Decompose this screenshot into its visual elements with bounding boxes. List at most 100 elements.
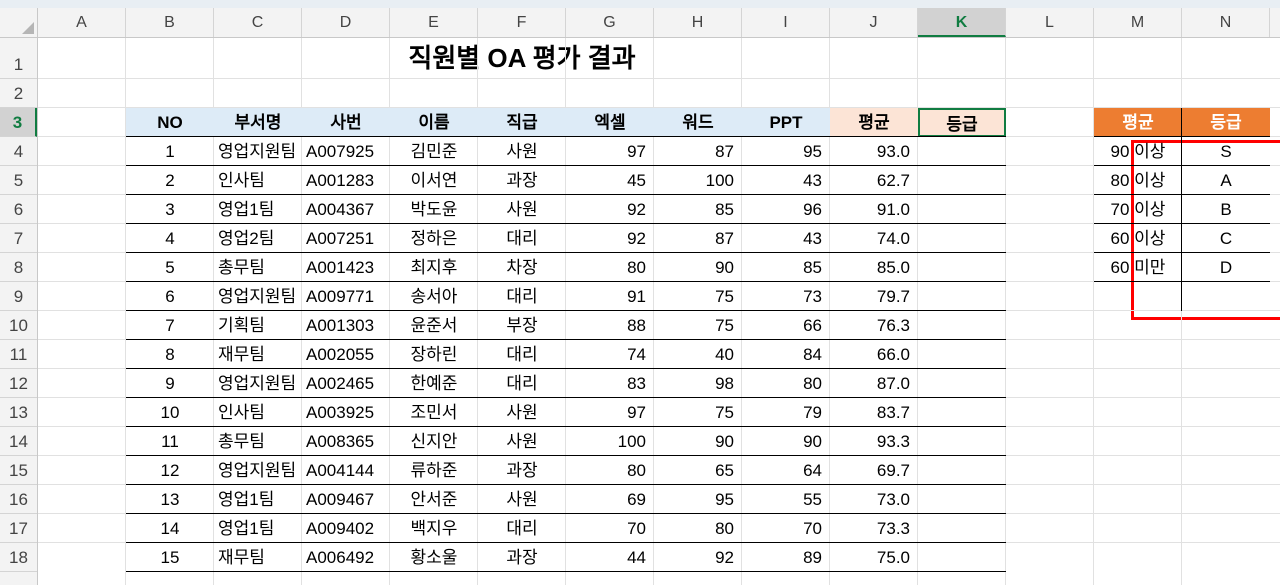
cell-average[interactable]: 85.0 <box>830 253 918 282</box>
cell-grade[interactable] <box>918 282 1006 311</box>
cell-average[interactable]: 87.0 <box>830 369 918 398</box>
cell-ppt[interactable]: 55 <box>742 485 830 514</box>
cell-excel[interactable]: 97 <box>566 137 654 166</box>
cell-name[interactable]: 김민준 <box>390 137 478 166</box>
cell-word[interactable]: 75 <box>654 398 742 427</box>
cell-dept[interactable]: 영업지원팀 <box>214 456 302 485</box>
cell-excel[interactable]: 80 <box>566 456 654 485</box>
cell-grade[interactable] <box>918 485 1006 514</box>
cell-grade[interactable] <box>918 514 1006 543</box>
column-header-d[interactable]: D <box>302 8 390 37</box>
cell-name[interactable]: 류하준 <box>390 456 478 485</box>
cell-emp-id[interactable]: A006492 <box>302 543 390 572</box>
grade-table-grade[interactable]: A <box>1182 166 1270 195</box>
cell-dept[interactable]: 총무팀 <box>214 253 302 282</box>
cell-average[interactable]: 83.7 <box>830 398 918 427</box>
row-header-7[interactable]: 7 <box>0 224 37 253</box>
row-header-15[interactable]: 15 <box>0 456 37 485</box>
grade-table-threshold[interactable]: 60 미만 <box>1094 253 1182 282</box>
cell-dept[interactable]: 영업1팀 <box>214 514 302 543</box>
cell-grade[interactable] <box>918 224 1006 253</box>
cell-emp-id[interactable]: A004367 <box>302 195 390 224</box>
column-header-a[interactable]: A <box>38 8 126 37</box>
cell-no[interactable]: 10 <box>126 398 214 427</box>
row-header-14[interactable]: 14 <box>0 427 37 456</box>
cell-dept[interactable]: 인사팀 <box>214 398 302 427</box>
cell-emp-id[interactable]: A001283 <box>302 166 390 195</box>
cell-dept[interactable]: 총무팀 <box>214 427 302 456</box>
cell-name[interactable]: 장하린 <box>390 340 478 369</box>
row-header-17[interactable]: 17 <box>0 514 37 543</box>
cell-average[interactable]: 74.0 <box>830 224 918 253</box>
cell-ppt[interactable]: 89 <box>742 543 830 572</box>
cell-excel[interactable]: 100 <box>566 427 654 456</box>
cell-grade[interactable] <box>918 137 1006 166</box>
cell-dept[interactable]: 영업2팀 <box>214 224 302 253</box>
cell-rank[interactable]: 사원 <box>478 195 566 224</box>
cell-rank[interactable]: 대리 <box>478 369 566 398</box>
cell-dept[interactable]: 기획팀 <box>214 311 302 340</box>
cell-average[interactable]: 73.3 <box>830 514 918 543</box>
row-header-18[interactable]: 18 <box>0 543 37 572</box>
cell-grade[interactable] <box>918 369 1006 398</box>
row-header-13[interactable]: 13 <box>0 398 37 427</box>
cell-name[interactable]: 정하은 <box>390 224 478 253</box>
cell-ppt[interactable]: 73 <box>742 282 830 311</box>
column-header-j[interactable]: J <box>830 8 918 37</box>
cell-grade[interactable] <box>918 456 1006 485</box>
cell-name[interactable]: 황소울 <box>390 543 478 572</box>
header-dept[interactable]: 부서명 <box>214 108 302 137</box>
cell-emp-id[interactable]: A009402 <box>302 514 390 543</box>
cell-rank[interactable]: 사원 <box>478 485 566 514</box>
grade-table-threshold[interactable]: 60 이상 <box>1094 224 1182 253</box>
cell-name[interactable]: 백지우 <box>390 514 478 543</box>
cell-excel[interactable]: 83 <box>566 369 654 398</box>
cell-word[interactable]: 85 <box>654 195 742 224</box>
cell-word[interactable]: 75 <box>654 282 742 311</box>
cell-name[interactable]: 안서준 <box>390 485 478 514</box>
cell-rank[interactable]: 차장 <box>478 253 566 282</box>
column-header-e[interactable]: E <box>390 8 478 37</box>
cell-rank[interactable]: 과장 <box>478 543 566 572</box>
column-header-n[interactable]: N <box>1182 8 1270 37</box>
cell-no[interactable]: 15 <box>126 543 214 572</box>
row-header-11[interactable]: 11 <box>0 340 37 369</box>
cell-emp-id[interactable]: A009771 <box>302 282 390 311</box>
cell-dept[interactable]: 영업지원팀 <box>214 369 302 398</box>
cell-excel[interactable]: 44 <box>566 543 654 572</box>
cell-excel[interactable]: 45 <box>566 166 654 195</box>
grade-table-threshold[interactable]: 90 이상 <box>1094 137 1182 166</box>
cell-rank[interactable]: 사원 <box>478 137 566 166</box>
cell-name[interactable]: 윤준서 <box>390 311 478 340</box>
cell-emp-id[interactable]: A007925 <box>302 137 390 166</box>
cell-grade[interactable] <box>918 340 1006 369</box>
cell-excel[interactable]: 74 <box>566 340 654 369</box>
cell-average[interactable]: 66.0 <box>830 340 918 369</box>
cell-rank[interactable]: 과장 <box>478 456 566 485</box>
header-name[interactable]: 이름 <box>390 108 478 137</box>
cell-no[interactable]: 2 <box>126 166 214 195</box>
cell-name[interactable]: 신지안 <box>390 427 478 456</box>
grade-table-header-grade[interactable]: 등급 <box>1182 108 1270 137</box>
cell-excel[interactable]: 97 <box>566 398 654 427</box>
cell-name[interactable]: 송서아 <box>390 282 478 311</box>
header-excel[interactable]: 엑셀 <box>566 108 654 137</box>
cell-average[interactable]: 93.0 <box>830 137 918 166</box>
cell-rank[interactable]: 대리 <box>478 282 566 311</box>
column-header-b[interactable]: B <box>126 8 214 37</box>
cell-excel[interactable]: 70 <box>566 514 654 543</box>
cell-rank[interactable]: 대리 <box>478 224 566 253</box>
cell-rank[interactable]: 사원 <box>478 398 566 427</box>
cell-no[interactable]: 8 <box>126 340 214 369</box>
cell-no[interactable]: 1 <box>126 137 214 166</box>
cell-rank[interactable]: 부장 <box>478 311 566 340</box>
column-header-m[interactable]: M <box>1094 8 1182 37</box>
cell-no[interactable]: 5 <box>126 253 214 282</box>
cell-emp-id[interactable]: A009467 <box>302 485 390 514</box>
header-ppt[interactable]: PPT <box>742 108 830 137</box>
cell-ppt[interactable]: 84 <box>742 340 830 369</box>
row-header-4[interactable]: 4 <box>0 137 37 166</box>
cell-emp-id[interactable]: A008365 <box>302 427 390 456</box>
column-header-c[interactable]: C <box>214 8 302 37</box>
cell-excel[interactable]: 92 <box>566 195 654 224</box>
